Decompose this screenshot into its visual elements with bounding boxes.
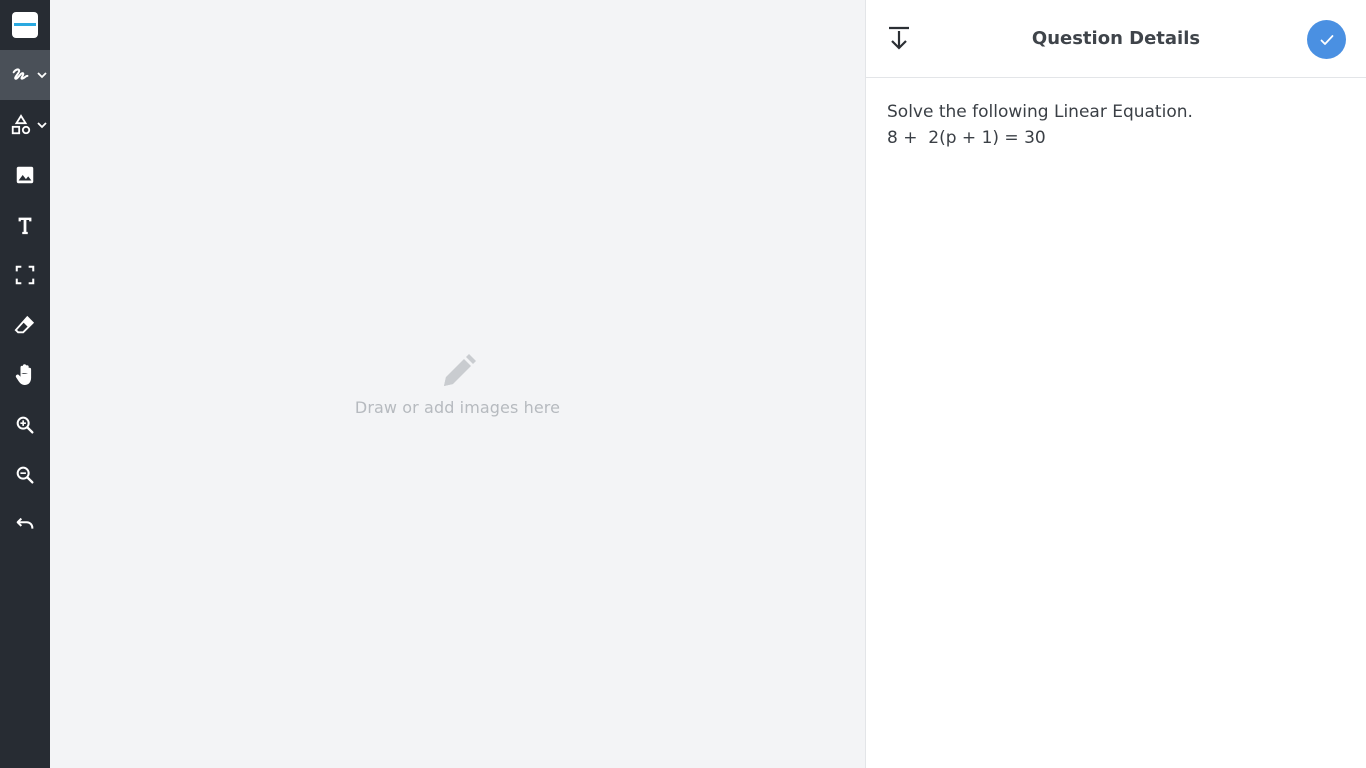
app-root: Draw or add images here Question Details…: [0, 0, 1366, 768]
panel-header: Question Details: [866, 0, 1366, 78]
canvas-placeholder-text: Draw or add images here: [354, 398, 561, 417]
confirm-button[interactable]: [1307, 20, 1346, 59]
toolbar: [0, 0, 50, 768]
chevron-down-icon: [37, 122, 47, 129]
text-icon: [18, 217, 32, 235]
logo-icon: [12, 12, 38, 38]
fit-screen-tool[interactable]: [0, 250, 50, 300]
freehand-draw-tool[interactable]: [0, 50, 50, 100]
zoom-out-tool[interactable]: [0, 450, 50, 500]
drawing-canvas[interactable]: Draw or add images here: [50, 0, 865, 768]
question-text: Solve the following Linear Equation. 8 +…: [887, 99, 1346, 151]
zoom-out-icon: [16, 466, 34, 484]
fit-screen-icon: [15, 265, 35, 285]
shapes-icon: [11, 114, 31, 135]
canvas-placeholder: Draw or add images here: [50, 352, 865, 417]
logo-button[interactable]: [0, 0, 50, 50]
hand-pan-tool[interactable]: [0, 350, 50, 400]
chevron-down-icon: [37, 72, 47, 79]
hand-pan-icon: [15, 364, 32, 385]
question-panel: Question Details Solve the following Lin…: [865, 0, 1366, 768]
undo-tool[interactable]: [0, 500, 50, 550]
pencil-icon: [443, 354, 476, 386]
question-instruction: Solve the following Linear Equation.: [887, 102, 1193, 122]
eraser-tool[interactable]: [0, 300, 50, 350]
question-equation: 8 + 2(p + 1) = 30: [887, 128, 1046, 148]
text-tool[interactable]: [0, 200, 50, 250]
image-tool[interactable]: [0, 150, 50, 200]
zoom-in-tool[interactable]: [0, 400, 50, 450]
eraser-icon: [14, 315, 35, 334]
freehand-draw-icon: [12, 68, 29, 80]
checkmark-icon: [1320, 34, 1333, 45]
panel-title: Question Details: [1031, 28, 1201, 49]
image-icon: [16, 166, 34, 184]
zoom-in-icon: [16, 416, 34, 434]
undo-icon: [16, 517, 34, 529]
shapes-tool[interactable]: [0, 100, 50, 150]
